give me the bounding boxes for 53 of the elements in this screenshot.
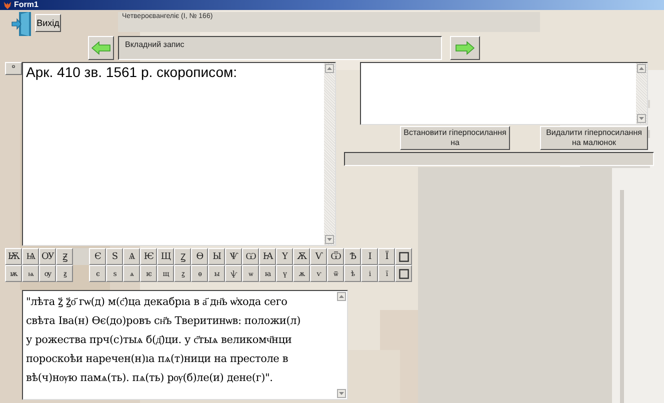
letter-key[interactable]: Ї	[378, 248, 395, 265]
letter-key[interactable]: Ѳ	[191, 248, 208, 265]
action-button[interactable]: Встановити гіперпосилання на	[400, 126, 510, 150]
action-button[interactable]: Видалити гіперпосилання на малюнок	[540, 126, 648, 150]
next-button[interactable]	[450, 36, 480, 60]
letter-key[interactable]: Ѩ	[22, 248, 39, 265]
letter-key[interactable]: Ꙃ	[56, 248, 73, 265]
square-icon	[398, 268, 408, 278]
letter-key[interactable]: Ү	[276, 248, 293, 265]
scroll-down-icon[interactable]	[337, 389, 346, 398]
letter-key[interactable]: Щ	[157, 248, 174, 265]
scrollbar[interactable]	[336, 291, 347, 399]
letter-key[interactable]: Ꙁ	[174, 248, 191, 265]
right-arrow-icon	[455, 41, 475, 55]
transcription-field[interactable]	[22, 290, 348, 400]
record-field[interactable]: Вкладний запис	[118, 36, 442, 60]
transcription-text: "лѣта ꙁ҃ ꙁ҃о҃ гѡ(д) м(с҃)ца декабрıа в а҃ дн҃ь ѡ҆хода сего свѣта Іва(н) Ѳє(до)ровъ сн҃ъ Тверитинѡв: положи(л) у рожества прч(с)тыѧ б(д҃)ци. у с҃тыѧ великомч҃нци пороскоѣи наречен(н)ıа пѧ(т)ници на престоле в вѣ(ч)нѹю памѧ(ть). пѧ(ть) рѹ(б)ле(и) дене(г)".	[25, 295, 302, 386]
letter-key[interactable]: Ѫ	[293, 248, 310, 265]
small-button[interactable]	[5, 62, 22, 75]
scroll-down-icon[interactable]	[637, 114, 646, 123]
letter-key[interactable]: Є	[89, 248, 106, 265]
previous-button[interactable]	[88, 36, 114, 60]
scrollbar[interactable]	[324, 63, 335, 245]
scroll-up-icon[interactable]	[325, 64, 334, 73]
exit-door-icon[interactable]	[11, 11, 33, 37]
letter-key[interactable]: Ѿ	[327, 248, 344, 265]
letter-key[interactable]: ОУ	[39, 248, 56, 265]
scroll-up-icon[interactable]	[337, 292, 346, 301]
letter-key[interactable]: Ѕ	[106, 248, 123, 265]
left-arrow-icon	[91, 41, 111, 55]
scrollbar[interactable]	[636, 63, 647, 124]
square-icon	[398, 252, 408, 262]
letter-key[interactable]: Ѣ	[344, 248, 361, 265]
app-icon	[3, 0, 12, 10]
letter-key[interactable]: Ы	[208, 248, 225, 265]
hyperlink-field[interactable]	[360, 62, 648, 125]
exit-button[interactable]: Вихід	[35, 14, 61, 32]
square-key[interactable]	[395, 248, 412, 265]
letter-key[interactable]: Ꙗ	[259, 248, 276, 265]
scroll-down-icon[interactable]	[325, 235, 334, 244]
letter-key[interactable]: І	[361, 248, 378, 265]
letter-key[interactable]: Ѥ	[140, 248, 157, 265]
description-text: Арк. 410 зв. 1561 р. скорописом:	[25, 63, 238, 82]
circle-icon	[12, 65, 15, 68]
scroll-up-icon[interactable]	[637, 64, 646, 73]
letter-key[interactable]: Ѧ	[123, 248, 140, 265]
letter-key[interactable]: Ѭ	[5, 248, 22, 265]
letter-key[interactable]: Ѵ	[310, 248, 327, 265]
square-key[interactable]	[395, 265, 412, 282]
letter-key[interactable]: Ѱ	[225, 248, 242, 265]
letter-key[interactable]: Ѡ	[242, 248, 259, 265]
window-title: Form1	[14, 0, 38, 10]
description-field[interactable]: Арк. 410 зв. 1561 р. скорописом:	[22, 62, 336, 246]
